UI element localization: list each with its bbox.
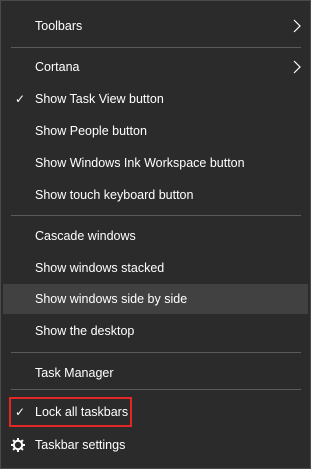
menu-separator	[11, 389, 301, 390]
menu-item-label: Show windows stacked	[35, 261, 165, 275]
menu-item-label: Show People button	[35, 124, 147, 138]
menu-item-show-people-button[interactable]: Show People button	[3, 116, 308, 146]
checkmark-icon: ✓	[14, 92, 26, 106]
menu-item-task-manager[interactable]: Task Manager	[3, 358, 308, 388]
menu-item-show-the-desktop[interactable]: Show the desktop	[3, 316, 308, 346]
menu-item-cascade-windows[interactable]: Cascade windows	[3, 221, 308, 251]
menu-separator	[11, 215, 301, 216]
menu-item-label: Show windows side by side	[35, 292, 188, 306]
chevron-right-icon	[293, 60, 301, 74]
menu-separator	[11, 47, 301, 48]
menu-separator	[11, 352, 301, 353]
menu-item-label: Show the desktop	[35, 324, 135, 338]
gear-icon	[11, 438, 25, 452]
menu-item-label: Taskbar settings	[35, 438, 126, 452]
menu-item-cortana[interactable]: Cortana	[3, 52, 308, 82]
menu-item-show-touch-keyboard-button[interactable]: Show touch keyboard button	[3, 180, 308, 210]
menu-item-label: Show touch keyboard button	[35, 188, 194, 202]
menu-item-label: Cascade windows	[35, 229, 136, 243]
menu-item-label: Show Windows Ink Workspace button	[35, 156, 245, 170]
menu-item-label: Task Manager	[35, 366, 114, 380]
menu-item-show-task-view-button[interactable]: ✓ Show Task View button	[3, 84, 308, 114]
menu-item-label: Show Task View button	[35, 92, 164, 106]
chevron-right-icon	[293, 19, 301, 33]
menu-item-label: Cortana	[35, 60, 80, 74]
annotation-highlight-box	[9, 397, 132, 427]
menu-item-show-windows-ink-workspace-button[interactable]: Show Windows Ink Workspace button	[3, 148, 308, 178]
taskbar-context-menu: Toolbars Cortana ✓ Show Task View button…	[0, 0, 311, 469]
menu-item-show-windows-side-by-side[interactable]: Show windows side by side	[3, 284, 308, 314]
menu-item-toolbars[interactable]: Toolbars	[3, 11, 308, 41]
menu-item-show-windows-stacked[interactable]: Show windows stacked	[3, 253, 308, 283]
menu-item-label: Toolbars	[35, 19, 83, 33]
menu-item-taskbar-settings[interactable]: Taskbar settings	[3, 430, 308, 460]
